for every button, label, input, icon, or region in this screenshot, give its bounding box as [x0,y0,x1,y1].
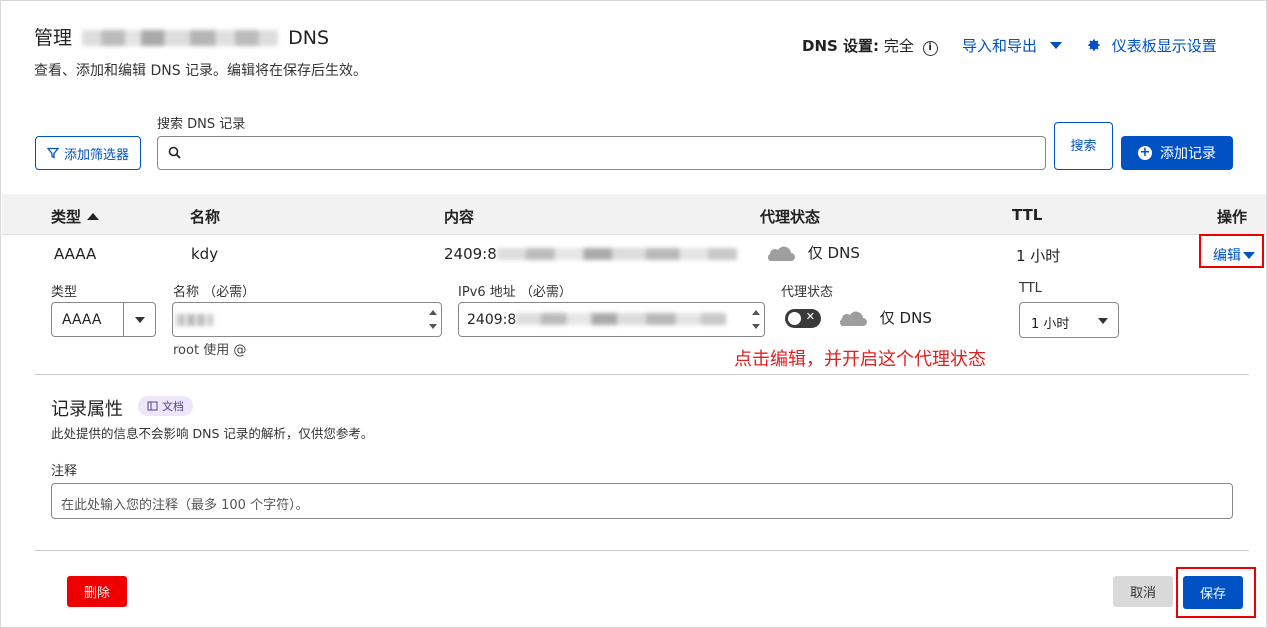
save-button[interactable]: 保存 [1183,576,1243,609]
gear-icon [1088,39,1100,51]
type-select-value: AAAA [62,312,102,328]
page-subtitle: 查看、添加和编辑 DNS 记录。编辑将在保存后生效。 [34,63,368,79]
search-field[interactable] [157,136,1046,170]
note-input[interactable]: 在此处输入您的注释（最多 100 个字符）。 [51,483,1233,519]
record-attributes-title: 记录属性 [51,399,123,420]
search-input[interactable] [188,139,1038,167]
column-header-type[interactable]: 类型 [51,206,100,227]
divider [35,374,1249,375]
add-filter-label: 添加筛选器 [63,147,129,163]
name-field-label: 名称 （必需） [173,285,256,300]
ttl-select[interactable]: 1 小时 [1019,302,1119,338]
dns-setting-status: DNS 设置: 完全 i [802,35,938,56]
edit-highlight-box: 编辑 [1199,234,1264,268]
delete-button[interactable]: 删除 [67,576,127,607]
row-ttl: 1 小时 [1016,247,1061,265]
toggle-knob [788,312,801,325]
cancel-button[interactable]: 取消 [1113,576,1173,607]
redacted-name [175,314,213,326]
cloud-icon [767,246,795,261]
redacted-domain [82,30,279,46]
import-export-link[interactable]: 导入和导出 [962,35,1062,56]
dns-setting-label: DNS 设置: [802,37,880,55]
row-content: 2409:8 [444,245,737,263]
column-header-actions: 操作 [1217,208,1248,226]
search-button[interactable]: 搜索 [1054,122,1113,170]
name-field[interactable] [172,302,442,337]
proxy-status-display: 仅 DNS [835,307,932,328]
row-type: AAAA [54,245,97,263]
ipv6-field[interactable]: 2409:8 [458,302,765,337]
info-icon[interactable]: i [922,41,938,56]
title-suffix: DNS [288,27,330,49]
cloud-icon [839,311,867,326]
column-header-ttl[interactable]: TTL [1012,206,1042,224]
record-attributes-description: 此处提供的信息不会影响 DNS 记录的解析，仅供您参考。 [51,426,374,441]
chevron-down-icon [1098,318,1108,324]
row-name: kdy [191,245,219,263]
redacted-address [516,313,727,325]
save-highlight-box: 保存 [1176,567,1256,618]
column-header-content[interactable]: 内容 [444,206,474,227]
ttl-field-label: TTL [1019,281,1042,296]
dashboard-settings-label: 仪表板显示设置 [1111,37,1217,55]
redacted-address [496,248,737,260]
add-filter-button[interactable]: 添加筛选器 [35,136,141,170]
type-select[interactable]: AAAA [51,302,156,337]
plus-circle-icon: + [1138,145,1152,160]
import-export-label: 导入和导出 [962,37,1038,55]
ttl-select-value: 1 小时 [1031,317,1070,332]
annotation-text: 点击编辑，并开启这个代理状态 [734,349,986,370]
chevron-down-icon [1243,252,1255,259]
add-record-button[interactable]: + 添加记录 [1121,136,1233,170]
book-icon [147,401,158,411]
dashboard-settings-link[interactable]: 仪表板显示设置 [1087,35,1217,56]
add-record-label: 添加记录 [1160,146,1216,162]
column-header-proxy[interactable]: 代理状态 [760,206,820,227]
search-label: 搜索 DNS 记录 [157,117,246,132]
column-header-name[interactable]: 名称 [190,206,220,227]
dns-management-page: 管理 DNS 查看、添加和编辑 DNS 记录。编辑将在保存后生效。 DNS 设置… [0,0,1267,628]
edit-button[interactable]: 编辑 [1213,245,1255,265]
stepper-icon[interactable] [429,308,437,331]
ipv6-value: 2409:8 [467,312,727,328]
note-placeholder: 在此处输入您的注释（最多 100 个字符）。 [61,498,309,513]
filter-icon [46,147,59,159]
sort-ascending-icon [87,213,100,220]
proxy-field-label: 代理状态 [781,285,834,300]
documentation-badge[interactable]: 文档 [138,396,193,416]
title-prefix: 管理 [34,27,73,49]
proxy-toggle[interactable]: ✕ [785,309,821,328]
divider [35,550,1249,551]
type-field-label: 类型 [51,285,78,300]
ipv6-field-label: IPv6 地址 （必需） [458,285,572,300]
search-icon [168,146,181,159]
chevron-down-icon [1049,42,1062,49]
chevron-down-icon [135,317,145,323]
dns-setting-value: 完全 [883,37,914,55]
page-title: 管理 DNS [34,23,329,50]
stepper-icon[interactable] [752,308,760,331]
table-header: 类型 名称 内容 代理状态 TTL 操作 [2,194,1266,235]
note-label: 注释 [51,464,78,479]
name-hint: root 使用 @ [173,343,247,358]
row-proxy-status: 仅 DNS [763,242,860,263]
close-icon: ✕ [805,310,815,323]
